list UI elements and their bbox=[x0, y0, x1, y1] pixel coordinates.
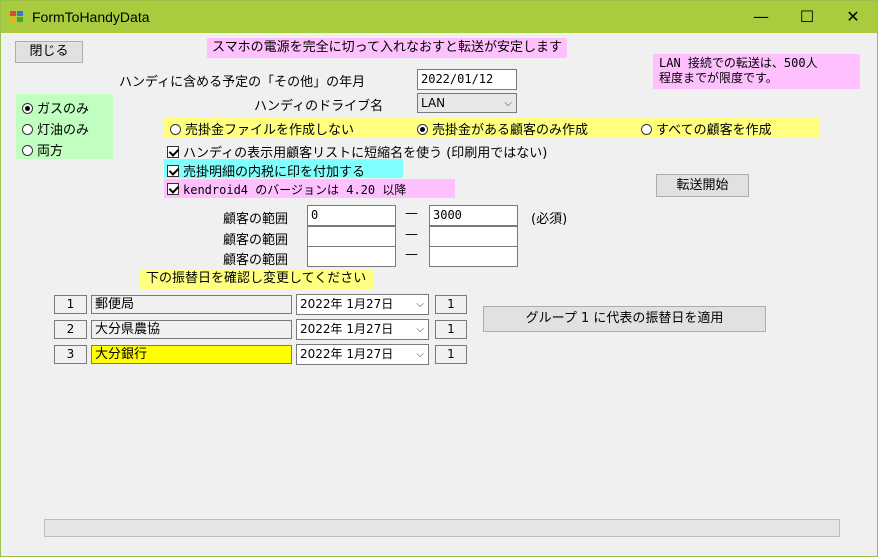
power-notice: スマホの電源を完全に切って入れなおすと転送が安定します bbox=[207, 38, 567, 58]
receivable-option-none[interactable]: 売掛金ファイルを作成しない bbox=[170, 119, 354, 138]
transfer-date-value: 2022年 1月27日 bbox=[300, 347, 394, 361]
range-from-1[interactable]: 0 bbox=[307, 205, 396, 226]
transfer-date-picker[interactable]: 2022年 1月27日 ⌵ bbox=[296, 294, 429, 315]
maximize-button[interactable]: ☐ bbox=[784, 1, 830, 33]
range-from-3[interactable] bbox=[307, 246, 396, 267]
bank-name: 大分県農協 bbox=[91, 320, 292, 339]
chevron-down-icon: ⌵ bbox=[416, 349, 424, 360]
bank-number: 2 bbox=[54, 320, 87, 339]
radio-icon bbox=[22, 145, 33, 156]
range-separator-3: — bbox=[405, 247, 418, 262]
bank-name: 郵便局 bbox=[91, 295, 292, 314]
radio-icon bbox=[170, 124, 181, 135]
radio-icon bbox=[22, 124, 33, 135]
fuel-option-kerosene[interactable]: 灯油のみ bbox=[22, 119, 89, 138]
range-to-2[interactable] bbox=[429, 226, 518, 247]
window-title: FormToHandyData bbox=[32, 9, 150, 25]
bank-number: 1 bbox=[54, 295, 87, 314]
lan-notice-line2: 程度までが限度です。 bbox=[659, 71, 778, 85]
drive-select[interactable]: LAN ⌵ bbox=[417, 93, 517, 113]
fuel-option-gas[interactable]: ガスのみ bbox=[22, 98, 89, 117]
title-bar: FormToHandyData — ☐ ✕ bbox=[1, 1, 877, 33]
app-icon bbox=[10, 11, 23, 23]
radio-selected-icon bbox=[417, 124, 428, 135]
transfer-date-value: 2022年 1月27日 bbox=[300, 297, 394, 311]
group-number: 1 bbox=[435, 320, 467, 339]
close-window-button[interactable]: ✕ bbox=[830, 1, 876, 33]
lan-notice: LAN 接続での転送は、500人 程度までが限度です。 bbox=[653, 54, 860, 89]
close-form-button[interactable]: 閉じる bbox=[15, 41, 83, 63]
apply-group-date-button[interactable]: グループ 1 に代表の振替日を適用 bbox=[483, 306, 766, 332]
lan-notice-line1: LAN 接続での転送は、500人 bbox=[659, 56, 818, 70]
transfer-date-notice: 下の振替日を確認し変更してください bbox=[139, 269, 374, 289]
kendroid-checkbox[interactable]: kendroid4 のバージョンは 4.20 以降 bbox=[167, 181, 406, 198]
receivable-option-all[interactable]: すべての顧客を作成 bbox=[641, 119, 772, 138]
group-number: 1 bbox=[435, 345, 467, 364]
chevron-down-icon: ⌵ bbox=[416, 299, 424, 310]
transfer-date-picker[interactable]: 2022年 1月27日 ⌵ bbox=[296, 344, 429, 365]
radio-icon bbox=[641, 124, 652, 135]
chevron-down-icon: ⌵ bbox=[416, 324, 424, 335]
receivable-option-with-balance[interactable]: 売掛金がある顧客のみ作成 bbox=[417, 119, 588, 138]
checkbox-checked-icon bbox=[167, 146, 179, 158]
bank-number: 3 bbox=[54, 345, 87, 364]
required-label: (必須) bbox=[531, 212, 568, 227]
tax-mark-checkbox[interactable]: 売掛明細の内税に印を付加する bbox=[167, 161, 365, 180]
chevron-down-icon: ⌵ bbox=[504, 98, 512, 109]
range-to-1[interactable]: 3000 bbox=[429, 205, 518, 226]
main-window: FormToHandyData — ☐ ✕ 閉じる スマホの電源を完全に切って入… bbox=[0, 0, 878, 557]
year-month-input[interactable]: 2022/01/12 bbox=[417, 69, 517, 90]
radio-selected-icon bbox=[22, 103, 33, 114]
transfer-date-value: 2022年 1月27日 bbox=[300, 322, 394, 336]
range-label-3: 顧客の範囲 bbox=[223, 253, 289, 268]
range-to-3[interactable] bbox=[429, 246, 518, 267]
transfer-date-picker[interactable]: 2022年 1月27日 ⌵ bbox=[296, 319, 429, 340]
range-from-2[interactable] bbox=[307, 226, 396, 247]
kendroid-option: kendroid4 のバージョンは 4.20 以降 bbox=[164, 179, 455, 198]
minimize-button[interactable]: — bbox=[738, 1, 784, 33]
tax-mark-option: 売掛明細の内税に印を付加する bbox=[164, 159, 403, 180]
range-separator-2: — bbox=[405, 227, 418, 242]
fuel-type-group: ガスのみ 灯油のみ 両方 bbox=[16, 94, 113, 159]
checkbox-checked-icon bbox=[167, 183, 179, 195]
drive-select-value: LAN bbox=[421, 96, 446, 110]
drive-label: ハンディのドライブ名 bbox=[254, 99, 384, 114]
receivable-group: 売掛金ファイルを作成しない 売掛金がある顧客のみ作成 すべての顧客を作成 bbox=[164, 117, 819, 138]
bank-name-highlighted: 大分銀行 bbox=[91, 345, 292, 364]
checkbox-checked-icon bbox=[167, 165, 179, 177]
start-transfer-button[interactable]: 転送開始 bbox=[656, 174, 749, 197]
range-label-2: 顧客の範囲 bbox=[223, 233, 289, 248]
group-number: 1 bbox=[435, 295, 467, 314]
progress-bar bbox=[44, 519, 840, 537]
range-label-1: 顧客の範囲 bbox=[223, 212, 289, 227]
year-month-label: ハンディに含める予定の「その他」の年月 bbox=[119, 75, 366, 90]
fuel-option-both[interactable]: 両方 bbox=[22, 140, 63, 159]
range-separator-1: — bbox=[405, 206, 418, 221]
